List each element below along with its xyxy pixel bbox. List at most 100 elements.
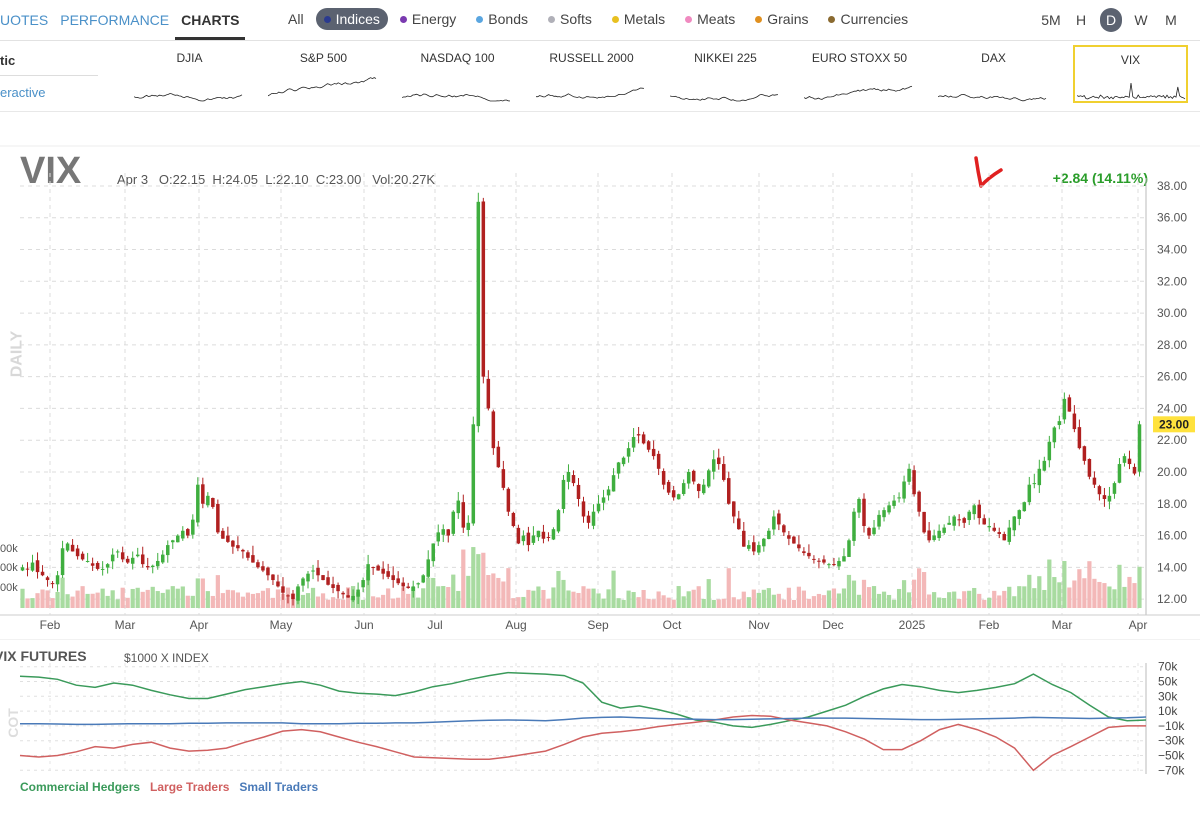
volume-bar: [596, 593, 601, 608]
volume-bar: [481, 552, 486, 608]
x-tick-label: Apr: [190, 618, 209, 632]
volume-bar: [155, 591, 160, 608]
candle-body: [561, 479, 566, 509]
volume-bar: [441, 586, 446, 608]
candle-body: [666, 481, 671, 493]
candle-body: [135, 554, 140, 557]
candle-body: [426, 559, 430, 577]
candle-body: [1042, 460, 1047, 471]
candle-body: [596, 503, 601, 512]
candle-body: [661, 471, 666, 485]
candle-body: [982, 518, 986, 525]
candle-body: [1002, 534, 1007, 541]
candle-body: [616, 462, 621, 474]
candle-body: [181, 530, 185, 539]
candle-body: [30, 562, 35, 571]
volume-bar: [916, 568, 922, 608]
y-tick-label: 34.00: [1157, 243, 1187, 257]
candle-body: [85, 560, 90, 562]
candle-body: [166, 545, 170, 556]
x-tick-label: Feb: [40, 618, 61, 632]
volume-bar: [696, 586, 701, 608]
y-tick-label: 26.00: [1157, 370, 1187, 384]
volume-bar: [706, 579, 711, 608]
candle-body: [997, 532, 1001, 534]
y-tick-label: 38.00: [1157, 179, 1187, 193]
price-chart[interactable]: 12.00 14.00 16.00 18.00 20.00 22.00 24.00 26.00…: [0, 0, 1200, 640]
volume-bar: [160, 592, 165, 608]
volume-bar: [1082, 578, 1087, 608]
candle-body: [892, 500, 896, 506]
candle-body: [306, 573, 310, 582]
candle-body: [296, 586, 300, 601]
candle-body: [471, 424, 476, 524]
volume-bar: [85, 593, 90, 608]
candle-body: [757, 545, 761, 553]
x-tick-label: 2025: [899, 618, 926, 632]
candle-body: [701, 484, 706, 494]
candle-body: [952, 516, 956, 526]
candle-body: [90, 563, 95, 566]
candle-body: [1082, 446, 1087, 461]
volume-bar: [125, 597, 130, 608]
volume-bar: [215, 575, 220, 608]
candle-body: [186, 529, 190, 536]
candle-body: [842, 556, 846, 562]
candle-body: [120, 552, 125, 560]
candle-body: [686, 471, 691, 484]
candle-body: [1107, 495, 1112, 502]
volume-bar: [1122, 586, 1127, 608]
volume-bar: [1052, 577, 1057, 608]
volume-bar: [235, 592, 240, 608]
volume-bar: [120, 587, 125, 608]
volume-bar: [165, 589, 170, 608]
candle-body: [917, 491, 921, 512]
volume-bar: [1012, 596, 1017, 608]
volume-bar: [851, 580, 857, 608]
candle-body: [942, 527, 946, 533]
candle-body: [35, 560, 40, 573]
volume-bar: [180, 586, 185, 608]
volume-bar: [766, 588, 771, 608]
candle-body: [361, 580, 365, 588]
volume-bar: [806, 598, 812, 608]
candle-body: [75, 548, 80, 557]
volume-bar: [305, 593, 311, 608]
volume-bar: [646, 598, 651, 608]
volume-bar: [656, 591, 661, 608]
candle-body: [206, 495, 210, 506]
candle-body: [476, 201, 481, 427]
candle-body: [326, 577, 330, 585]
futures-chart[interactable]: 70k50k30k10k−10k−30k−50k−70k: [0, 650, 1200, 790]
candle-body: [631, 437, 636, 448]
candle-body: [396, 578, 400, 584]
candle-body: [977, 504, 981, 519]
x-tick-label: Jun: [354, 618, 373, 632]
volume-bar: [496, 577, 501, 608]
candle-body: [681, 483, 686, 495]
volume-bar: [175, 588, 180, 608]
volume-bar: [170, 586, 175, 608]
volume-bar: [456, 590, 461, 608]
candle-body: [416, 583, 420, 585]
volume-bar: [35, 593, 40, 608]
candle-body: [1077, 427, 1082, 449]
candle-body: [216, 503, 220, 533]
volume-bar: [391, 598, 396, 608]
candle-body: [356, 589, 360, 597]
volume-bar: [25, 598, 30, 608]
volume-bar: [1077, 569, 1082, 608]
volume-bar: [947, 592, 952, 608]
candle-body: [571, 475, 576, 484]
volume-bar: [932, 592, 937, 608]
volume-bar: [721, 598, 726, 608]
candle-body: [897, 497, 901, 499]
x-tick-label: Dec: [822, 618, 843, 632]
candle-body: [341, 592, 345, 595]
volume-bar: [130, 588, 135, 608]
volume-bar: [686, 591, 691, 608]
candle-body: [581, 501, 586, 517]
volume-bar: [110, 590, 115, 608]
volume-bar: [1042, 589, 1047, 608]
candle-body: [1122, 456, 1127, 463]
